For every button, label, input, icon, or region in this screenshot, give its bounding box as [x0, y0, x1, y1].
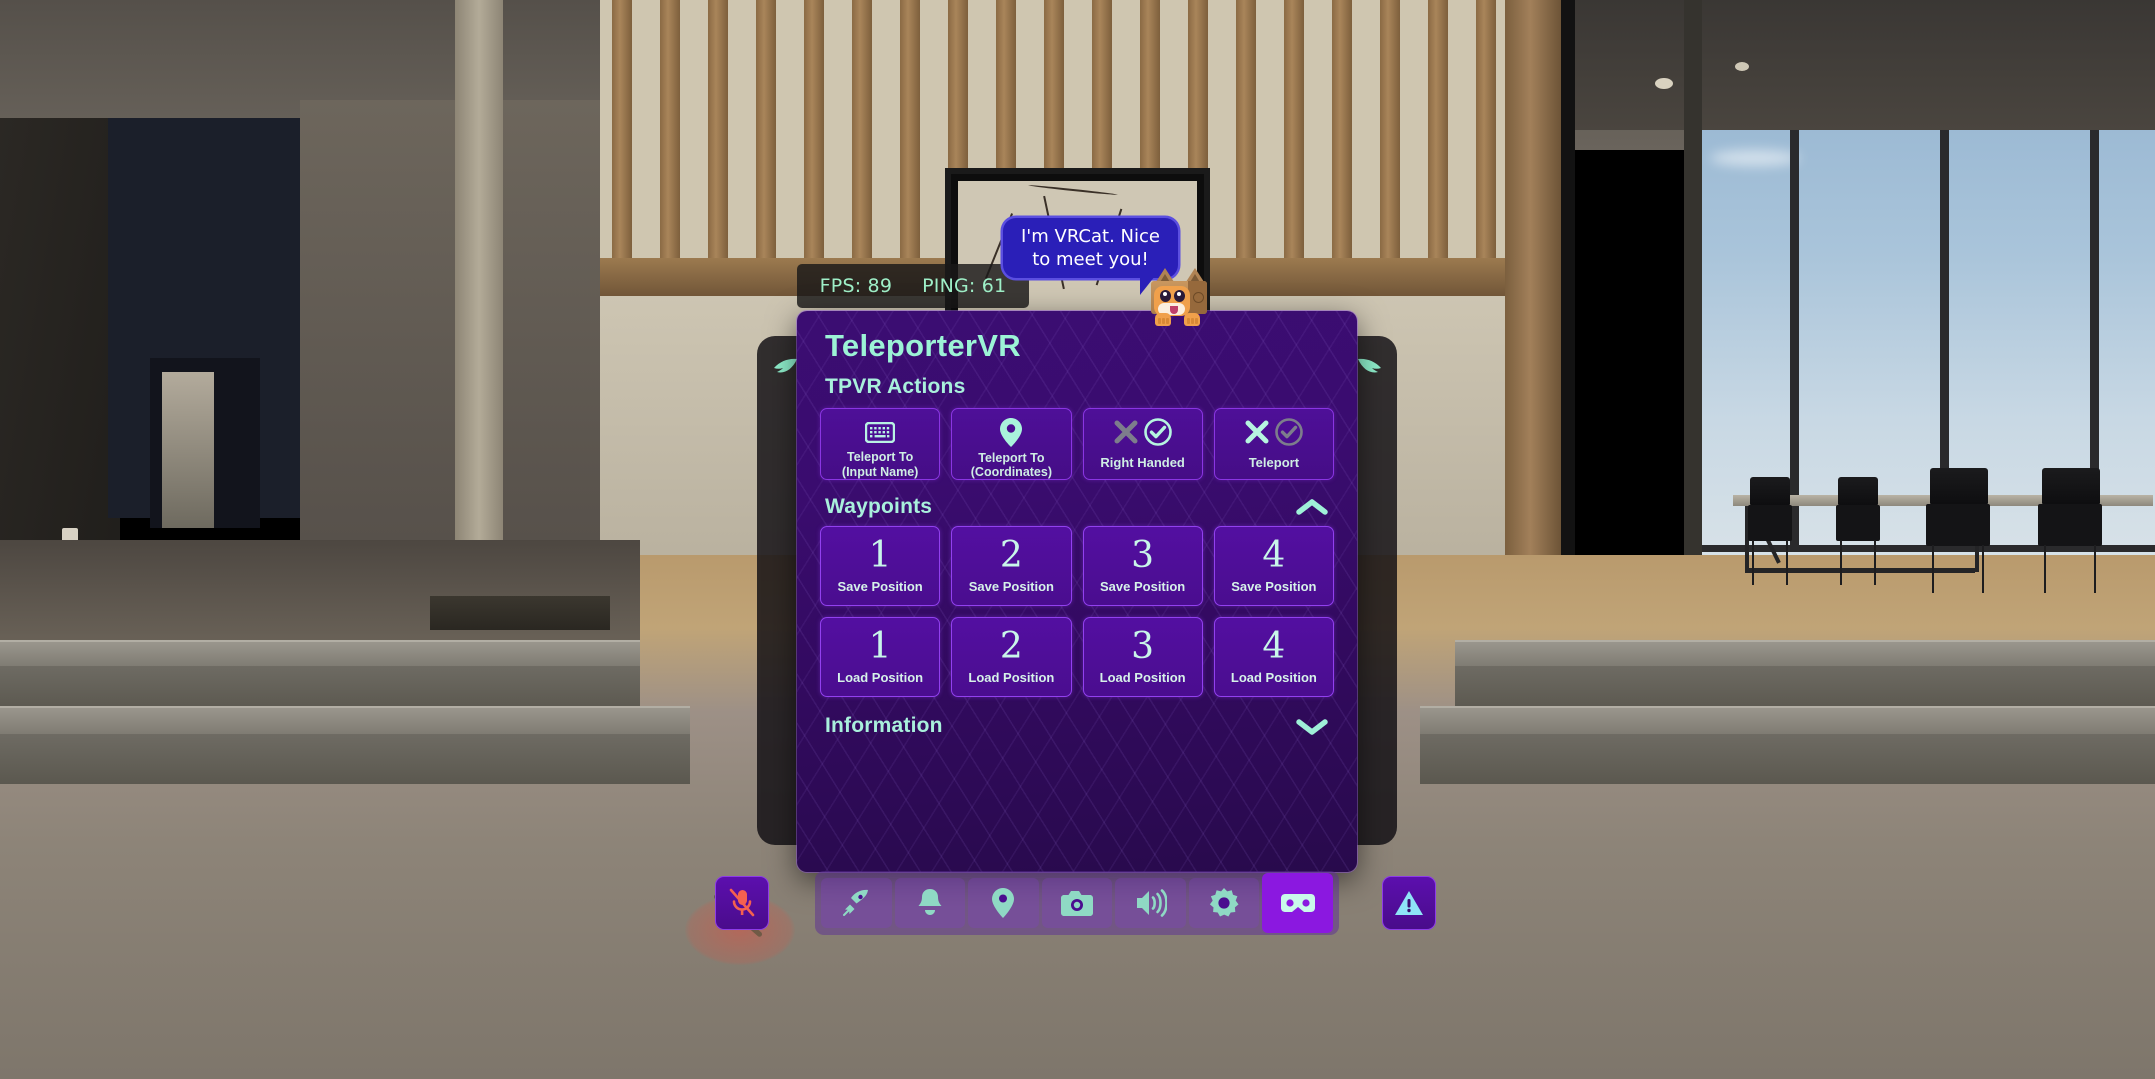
save-position-1-button[interactable]: 1 Save Position [820, 526, 941, 606]
save-position-3-button[interactable]: 3 Save Position [1082, 526, 1203, 606]
load-position-1-button[interactable]: 1 Load Position [820, 617, 941, 697]
section-header-information[interactable]: Information [797, 714, 1357, 738]
ping-readout: PING: 61 [922, 275, 1007, 297]
ceiling-light [1735, 62, 1749, 71]
wall-mid [300, 100, 600, 560]
toggle-label: Right Handed [1100, 455, 1185, 471]
ceiling-light [1655, 78, 1673, 89]
teleport-toggle[interactable]: Teleport [1213, 408, 1334, 480]
warning-triangle-icon[interactable] [1382, 876, 1436, 930]
ceiling-soffit [1560, 0, 2155, 130]
toggle-check-icon [1274, 417, 1304, 452]
button-label: Teleport To (Input Name) [841, 450, 919, 479]
camera-icon[interactable] [1041, 878, 1113, 928]
load-position-4-button[interactable]: 4 Load Position [1213, 617, 1334, 697]
save-position-4-button[interactable]: 4 Save Position [1213, 526, 1334, 606]
plinth [430, 596, 610, 630]
waypoint-load-row: 1 Load Position 2 Load Position 3 Load P… [797, 606, 1357, 697]
shadow-gap [1561, 0, 1575, 600]
section-title: Waypoints [825, 495, 933, 518]
vr-headset-icon[interactable] [1262, 873, 1334, 933]
wall-column [455, 0, 503, 560]
performance-hud: FPS: 89 PING: 61 [797, 264, 1029, 308]
wall-edge [1684, 0, 1702, 560]
avatar [1148, 268, 1210, 326]
speaker-icon[interactable] [1115, 878, 1186, 928]
step [0, 706, 690, 736]
door-opening [162, 372, 214, 528]
toggle-x-icon [1113, 419, 1139, 450]
load-position-2-button[interactable]: 2 Load Position [951, 617, 1072, 697]
location-pin-icon [1000, 418, 1023, 447]
location-pin-icon[interactable] [968, 878, 1039, 928]
waypoint-save-row: 1 Save Position 2 Save Position 3 Save P… [797, 519, 1357, 606]
wood-column [1505, 0, 1561, 600]
section-header-waypoints[interactable]: Waypoints [797, 495, 1357, 519]
speech-bubble-text: I'm VRCat. Nice to meet you! [1021, 225, 1160, 270]
section-header-tpvr-actions: TPVR Actions [797, 375, 1357, 399]
main-toolbar [815, 871, 1339, 935]
save-position-2-button[interactable]: 2 Save Position [951, 526, 1072, 606]
step [1455, 640, 2155, 668]
teleportervr-window: TeleporterVR TPVR Actions Teleport To (I… [797, 311, 1357, 872]
step [0, 640, 640, 668]
microphone-muted-icon[interactable] [715, 876, 769, 930]
section-title: TPVR Actions [825, 375, 966, 398]
teleport-to-input-name-button[interactable]: Teleport To (Input Name) [820, 408, 941, 480]
toggle-x-icon [1244, 419, 1270, 450]
load-position-3-button[interactable]: 3 Load Position [1082, 617, 1203, 697]
button-label: Teleport To (Coordinates) [970, 451, 1052, 480]
section-title: Information [825, 714, 943, 737]
leaf-icon[interactable] [1355, 355, 1385, 377]
toggle-check-icon [1143, 417, 1173, 452]
chevron-up-icon[interactable] [1295, 496, 1329, 518]
leaf-icon[interactable] [770, 355, 800, 377]
right-handed-toggle[interactable]: Right Handed [1082, 408, 1203, 480]
gear-icon[interactable] [1188, 878, 1260, 928]
step [1420, 706, 2155, 736]
fps-readout: FPS: 89 [819, 275, 893, 297]
tpvr-actions-row: Teleport To (Input Name) Teleport To (Coor… [797, 399, 1357, 480]
page-title: TeleporterVR [825, 328, 1021, 363]
chevron-down-icon[interactable] [1295, 715, 1329, 737]
teleport-to-coordinates-button[interactable]: Teleport To (Coordinates) [951, 408, 1072, 480]
keyboard-icon [865, 418, 896, 446]
toggle-label: Teleport [1248, 455, 1300, 471]
rocket-icon[interactable] [821, 878, 892, 928]
bell-icon[interactable] [894, 878, 966, 928]
